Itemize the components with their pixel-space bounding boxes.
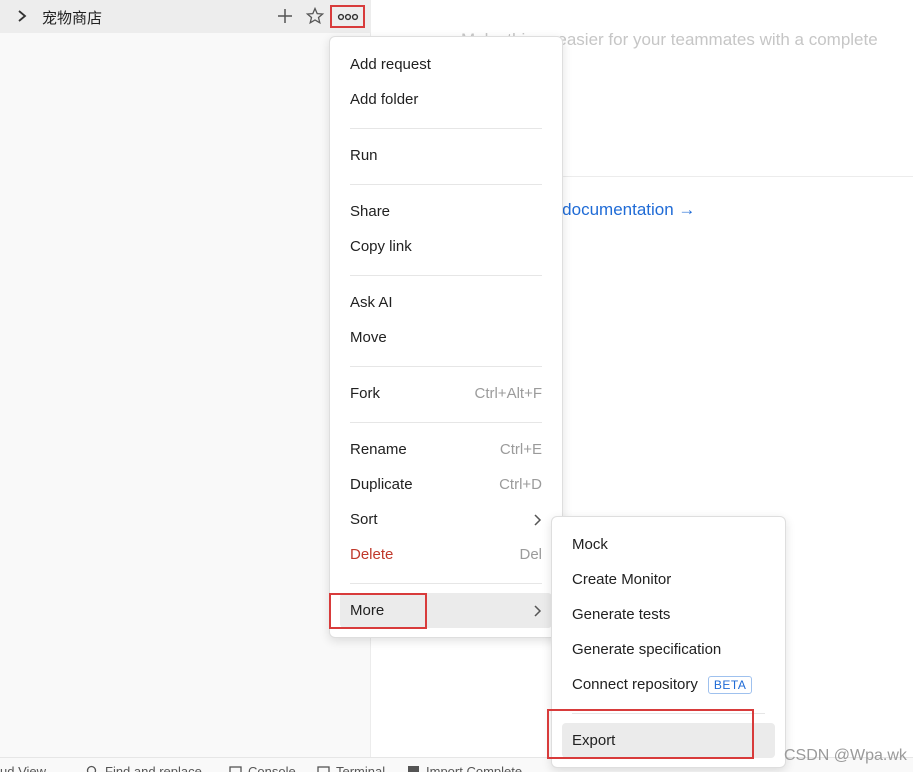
- menu-item-move[interactable]: Move: [340, 320, 552, 355]
- menu-divider: [350, 366, 542, 367]
- menu-item-share[interactable]: Share: [340, 194, 552, 229]
- console-icon: [229, 766, 242, 772]
- menu-item-sort[interactable]: Sort: [340, 502, 552, 537]
- submenu-item-label: Mock: [572, 536, 608, 553]
- menu-item-more[interactable]: More: [340, 593, 552, 628]
- menu-item-label: Fork: [350, 385, 380, 402]
- menu-item-label: Rename: [350, 441, 407, 458]
- menu-item-copy-link[interactable]: Copy link: [340, 229, 552, 264]
- menu-item-add-request[interactable]: Add request: [340, 47, 552, 82]
- submenu-item-label: Export: [572, 732, 616, 749]
- submenu-item-connect-repository[interactable]: Connect repository BETA: [562, 667, 775, 702]
- search-icon: [86, 765, 97, 772]
- more-submenu: Mock Create Monitor Generate tests Gener…: [551, 516, 786, 768]
- menu-item-add-folder[interactable]: Add folder: [340, 82, 552, 117]
- terminal-icon: [317, 766, 330, 772]
- status-view-label: ud View: [0, 764, 47, 772]
- submenu-item-export[interactable]: Export: [562, 723, 775, 758]
- chevron-right-icon[interactable]: [15, 8, 29, 24]
- menu-item-label: Move: [350, 329, 387, 346]
- menu-item-run[interactable]: Run: [340, 138, 552, 173]
- watermark: CSDN @Wpa.wk: [784, 747, 907, 764]
- menu-item-label: Ask AI: [350, 294, 393, 311]
- menu-item-shortcut: Ctrl+Alt+F: [474, 385, 542, 402]
- submenu-item-mock[interactable]: Mock: [562, 527, 775, 562]
- status-find-replace[interactable]: Find and replace: [86, 764, 202, 772]
- collection-row[interactable]: 宠物商店: [0, 0, 371, 33]
- menu-divider: [350, 275, 542, 276]
- menu-item-shortcut: Ctrl+E: [499, 441, 542, 458]
- submenu-item-generate-specification[interactable]: Generate specification: [562, 632, 775, 667]
- import-icon: [408, 766, 419, 772]
- menu-item-label: Copy link: [350, 238, 412, 255]
- submenu-item-label: Generate tests: [572, 606, 671, 623]
- menu-item-label: Duplicate: [350, 476, 413, 493]
- collection-context-menu: Add request Add folder Run Share Copy li…: [329, 36, 563, 638]
- menu-divider: [350, 184, 542, 185]
- menu-item-shortcut: Del: [519, 546, 542, 563]
- menu-divider: [350, 422, 542, 423]
- menu-item-shortcut: Ctrl+D: [499, 476, 542, 493]
- star-icon[interactable]: [305, 6, 325, 26]
- submenu-item-create-monitor[interactable]: Create Monitor: [562, 562, 775, 597]
- beta-badge: BETA: [707, 675, 753, 694]
- status-find-replace-label: Find and replace: [105, 764, 202, 772]
- status-console[interactable]: Console: [229, 764, 296, 772]
- plus-icon[interactable]: [275, 6, 295, 26]
- menu-divider: [350, 583, 542, 584]
- menu-item-delete[interactable]: Delete Del: [340, 537, 552, 572]
- documentation-link[interactable]: e documentation →: [548, 200, 695, 220]
- submenu-item-label: Connect repository: [572, 676, 698, 693]
- menu-item-label: Share: [350, 203, 391, 220]
- status-import-label: Import Complete: [426, 764, 523, 772]
- menu-item-ask-ai[interactable]: Ask AI: [340, 285, 552, 320]
- status-import[interactable]: Import Complete: [407, 764, 522, 772]
- submenu-item-generate-tests[interactable]: Generate tests: [562, 597, 775, 632]
- menu-item-label: Run: [350, 147, 378, 164]
- menu-item-label: Add request: [350, 56, 431, 73]
- menu-item-fork[interactable]: Fork Ctrl+Alt+F: [340, 376, 552, 411]
- menu-item-label: Delete: [350, 546, 394, 563]
- submenu-divider: [572, 713, 765, 714]
- chevron-right-icon: [534, 604, 542, 617]
- menu-item-label: Add folder: [350, 91, 419, 108]
- sidebar: 宠物商店: [0, 0, 371, 757]
- menu-item-label: More: [350, 602, 385, 619]
- menu-item-duplicate[interactable]: Duplicate Ctrl+D: [340, 467, 552, 502]
- status-view[interactable]: ud View: [0, 764, 46, 772]
- menu-item-rename[interactable]: Rename Ctrl+E: [340, 432, 552, 467]
- chevron-right-icon: [534, 513, 542, 526]
- submenu-item-label: Generate specification: [572, 641, 722, 658]
- status-terminal[interactable]: Terminal: [317, 764, 385, 772]
- collection-name: 宠物商店: [42, 9, 103, 27]
- menu-divider: [350, 128, 542, 129]
- status-console-label: Console: [248, 764, 296, 772]
- submenu-item-label: Create Monitor: [572, 571, 672, 588]
- status-terminal-label: Terminal: [336, 764, 386, 772]
- menu-item-label: Sort: [350, 511, 378, 528]
- more-options-icon[interactable]: [330, 5, 365, 28]
